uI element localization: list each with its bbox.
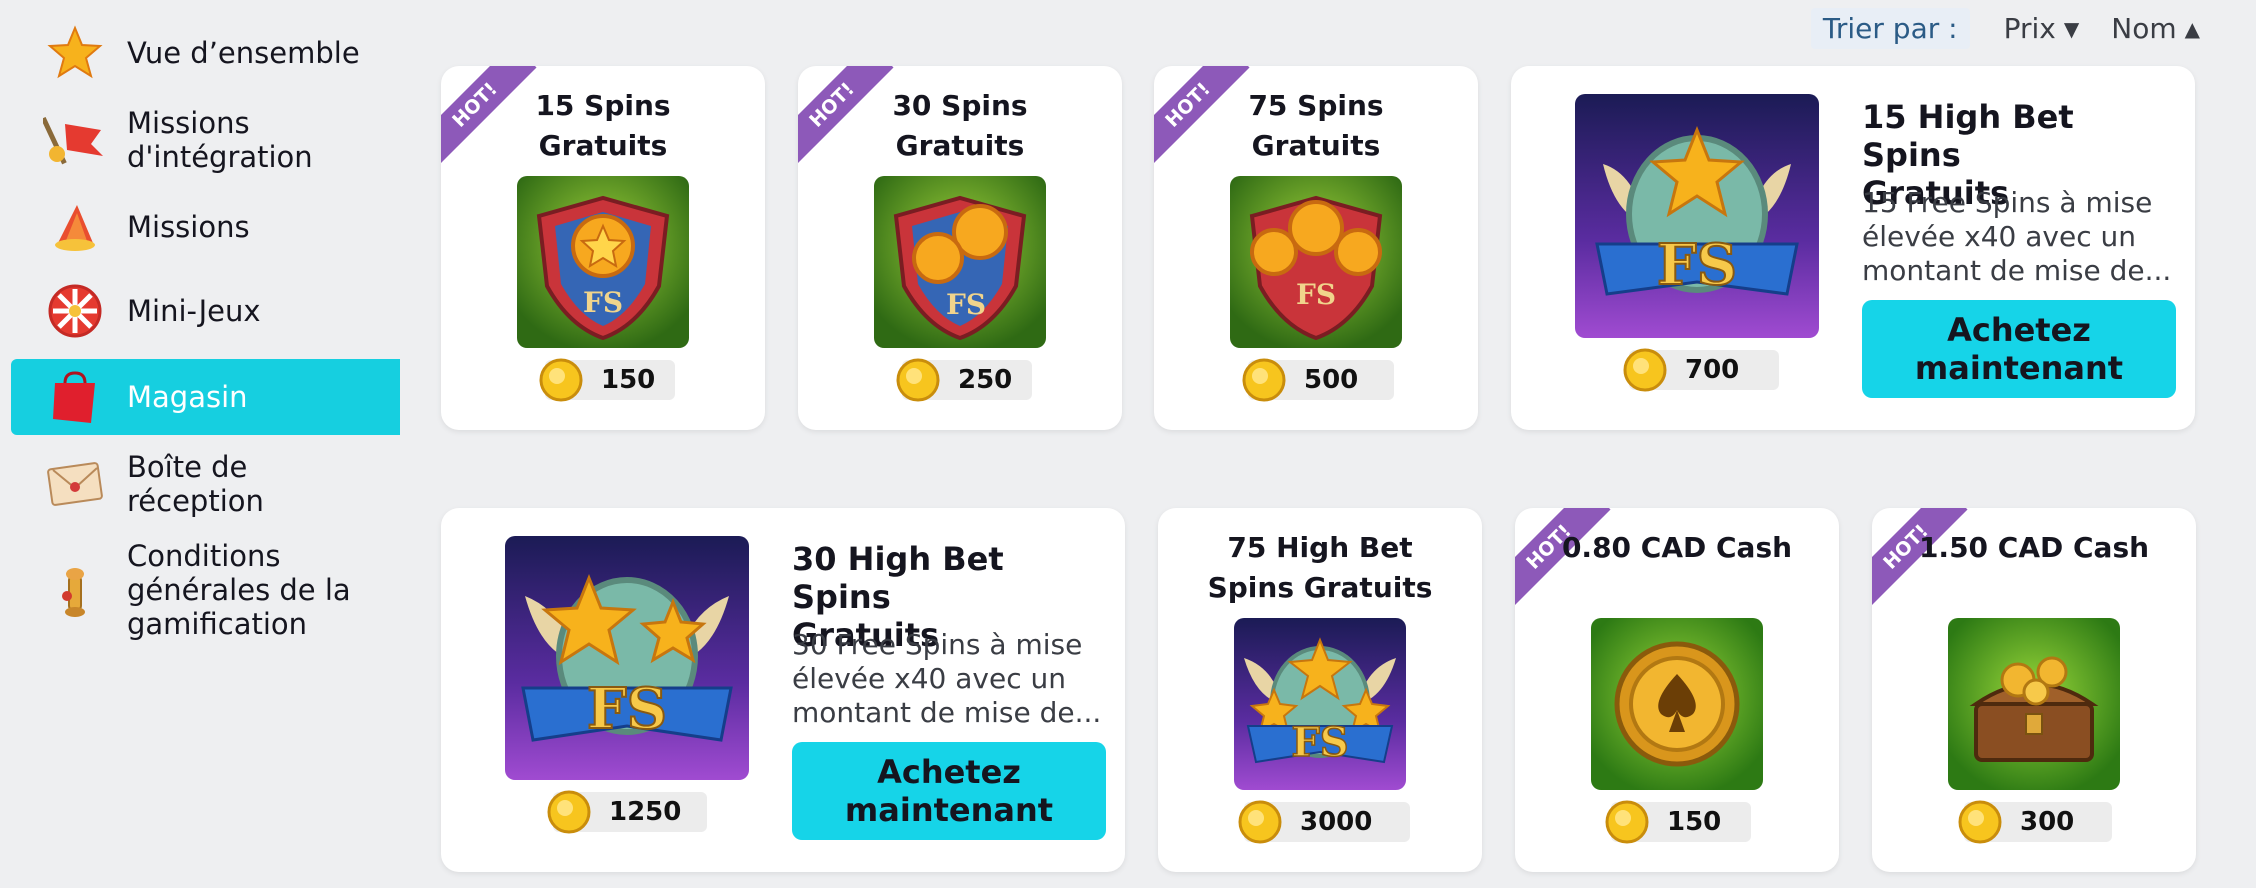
free-spins-shield-icon: FS	[517, 176, 689, 348]
high-bet-spins-badge-icon: FS	[1234, 618, 1406, 790]
item-title: 1.50 CAD Cash	[1918, 531, 2150, 564]
price-value: 150	[601, 365, 656, 395]
item-title: 30 Spins Gratuits	[892, 89, 1028, 162]
store-item-card[interactable]: HOT! 0.80 CAD Cash 150	[1515, 508, 1839, 872]
price-tag: 3000	[1238, 800, 1410, 844]
free-spins-shield-icon: FS	[1230, 176, 1402, 348]
high-bet-spins-badge-icon: FS	[505, 536, 749, 780]
price-value: 1250	[609, 797, 682, 827]
cash-coin-icon	[1591, 618, 1763, 790]
coin-icon	[1958, 800, 2002, 844]
price-value: 150	[1667, 807, 1722, 837]
sidebar-item-label: Magasin	[127, 380, 248, 414]
coin-icon	[547, 790, 591, 834]
sort-option-label: Prix	[2003, 12, 2056, 45]
svg-text:FS: FS	[1657, 232, 1737, 298]
store-item-card[interactable]: HOT! 1.50 CAD Cash 300	[1872, 508, 2196, 872]
coin-icon	[1623, 348, 1667, 392]
sort-by-price[interactable]: Prix ▼	[2004, 12, 2080, 45]
svg-text:FS: FS	[946, 288, 986, 321]
coin-icon	[1605, 800, 1649, 844]
store-item-card[interactable]: HOT! 30 Spins Gratuits FS 250	[798, 66, 1122, 430]
svg-text:FS: FS	[583, 286, 623, 319]
sort-asc-icon: ▲	[2184, 16, 2200, 41]
svg-text:FS: FS	[587, 676, 667, 742]
store-item-card-wide[interactable]: FS 700 15 High Bet Spins Gratuits 15 Fre…	[1511, 66, 2195, 430]
sidebar-item-shop[interactable]: Magasin	[11, 359, 400, 435]
buy-now-button[interactable]: Achetez maintenant	[792, 742, 1106, 840]
item-title: 75 High Bet Spins Gratuits	[1207, 531, 1433, 604]
item-description: 30 Free Spins à mise élevée x40 avec un …	[792, 628, 1102, 729]
store-item-card-wide[interactable]: FS 1250 30 High Bet Spins Gratuits 30 Fr…	[441, 508, 1125, 872]
price-value: 500	[1304, 365, 1359, 395]
item-description: 15 Free Spins à mise élevée x40 avec un …	[1862, 186, 2172, 287]
shopping-bag-icon	[35, 357, 115, 437]
price-tag: 700	[1623, 348, 1779, 392]
price-tag: 300	[1958, 800, 2112, 844]
sidebar-item-label: Conditions générales de la gamification	[127, 539, 351, 641]
store-item-card[interactable]: HOT! 75 Spins Gratuits FS 500	[1154, 66, 1478, 430]
price-tag: 150	[539, 358, 675, 402]
sidebar-item-label: Missions d'intégration	[127, 106, 313, 174]
item-title: 75 Spins Gratuits	[1248, 89, 1384, 162]
sidebar: Vue d’ensemble Missions d'intégration Mi…	[0, 0, 400, 888]
store-item-card[interactable]: 75 High Bet Spins Gratuits FS 3000	[1158, 508, 1482, 872]
high-bet-spins-badge-icon: FS	[1575, 94, 1819, 338]
megaphone-icon	[35, 187, 115, 267]
price-tag: 250	[896, 358, 1032, 402]
star-icon	[35, 13, 115, 93]
sort-desc-icon: ▼	[2063, 16, 2080, 41]
item-title: 0.80 CAD Cash	[1561, 531, 1793, 564]
coin-icon	[896, 358, 940, 402]
sidebar-item-inbox[interactable]: Boîte de réception	[11, 448, 400, 520]
store-item-card[interactable]: HOT! 15 Spins Gratuits FS 150	[441, 66, 765, 430]
sidebar-item-mini-games[interactable]: Mini-Jeux	[11, 280, 400, 342]
coin-icon	[1242, 358, 1286, 402]
coin-icon	[1238, 800, 1282, 844]
price-tag: 1250	[547, 790, 707, 834]
sort-option-label: Nom	[2111, 12, 2177, 45]
prize-wheel-icon	[35, 271, 115, 351]
sort-by-name[interactable]: Nom ▲	[2111, 12, 2200, 45]
envelope-icon	[35, 444, 115, 524]
price-value: 3000	[1300, 807, 1373, 837]
sort-bar: Trier par : Prix ▼ Nom ▲	[1810, 8, 2216, 49]
sidebar-item-terms[interactable]: Conditions générales de la gamification	[11, 538, 400, 642]
sidebar-item-label: Vue d’ensemble	[127, 36, 360, 70]
treasure-chest-icon	[1948, 618, 2120, 790]
coin-icon	[539, 358, 583, 402]
price-value: 700	[1685, 355, 1740, 385]
sort-label: Trier par :	[1810, 8, 1970, 49]
sidebar-item-label: Boîte de réception	[127, 450, 264, 518]
flag-key-icon	[35, 100, 115, 180]
scroll-quill-icon	[35, 550, 115, 630]
price-value: 250	[958, 365, 1013, 395]
buy-now-button[interactable]: Achetez maintenant	[1862, 300, 2176, 398]
free-spins-shield-icon: FS	[874, 176, 1046, 348]
sidebar-item-overview[interactable]: Vue d’ensemble	[11, 22, 400, 84]
sidebar-item-label: Missions	[127, 210, 250, 244]
sidebar-item-label: Mini-Jeux	[127, 294, 261, 328]
item-title: 15 Spins Gratuits	[535, 89, 671, 162]
sidebar-item-onboarding-missions[interactable]: Missions d'intégration	[11, 100, 400, 180]
svg-text:FS: FS	[1296, 278, 1336, 311]
price-tag: 500	[1242, 358, 1394, 402]
price-tag: 150	[1605, 800, 1751, 844]
price-value: 300	[2020, 807, 2075, 837]
sidebar-item-missions[interactable]: Missions	[11, 196, 400, 258]
svg-text:FS: FS	[1291, 719, 1348, 766]
